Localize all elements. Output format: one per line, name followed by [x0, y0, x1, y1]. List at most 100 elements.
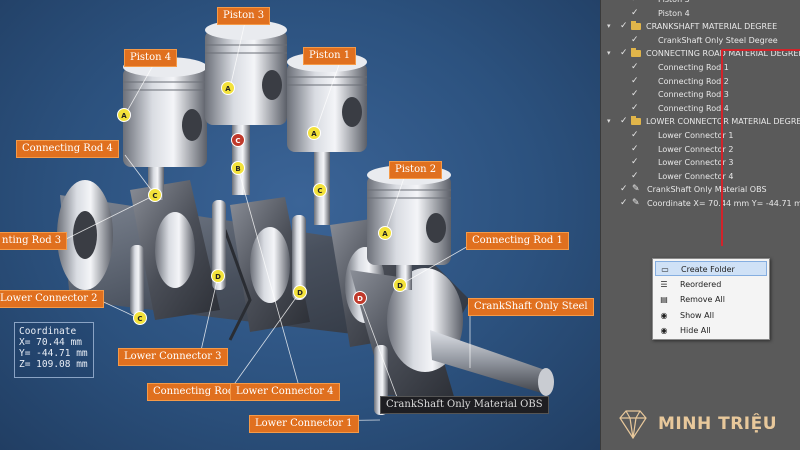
- reorder-icon: ☰: [660, 279, 668, 289]
- coordinate-readout: Coordinate X= 70.44 mm Y= -44.71 mm Z= 1…: [14, 322, 94, 378]
- tree-item-row[interactable]: ✓ Connecting Rod 2: [601, 75, 800, 88]
- callout-lower-connector-1[interactable]: Lower Connector 1: [249, 415, 359, 433]
- menu-item-reordered[interactable]: ☰ Reordered: [655, 277, 767, 292]
- tree-item-label: CONNECTING ROAD MATERIAL DEGREE: [646, 49, 800, 59]
- part-marker[interactable]: B: [231, 161, 245, 175]
- tree-item-row[interactable]: ✓ Connecting Rod 3: [601, 88, 800, 101]
- callout-piston-1[interactable]: Piston 1: [303, 47, 357, 65]
- tree-item-label: Piston 3: [658, 0, 690, 6]
- menu-item-show-all[interactable]: ◉ Show All: [655, 308, 767, 323]
- part-marker[interactable]: A: [378, 226, 392, 240]
- visibility-check-icon[interactable]: ✓: [631, 102, 639, 115]
- menu-item-label: Hide All: [680, 326, 711, 335]
- visibility-check-icon[interactable]: ✓: [631, 170, 639, 183]
- callout-piston-2[interactable]: Piston 2: [389, 161, 443, 179]
- tree-item-row[interactable]: ✓ Lower Connector 3: [601, 156, 800, 169]
- tree-item-row[interactable]: ✓ Lower Connector 1: [601, 129, 800, 142]
- tree-item-row[interactable]: ✓ Piston 3: [601, 0, 800, 6]
- callout-piston-4[interactable]: Piston 4: [124, 49, 178, 67]
- part-marker[interactable]: A: [117, 108, 131, 122]
- visibility-check-icon[interactable]: ✓: [631, 0, 639, 6]
- callout-piston-3[interactable]: Piston 3: [217, 7, 271, 25]
- visibility-check-icon[interactable]: ✓: [631, 61, 639, 74]
- part-marker[interactable]: A: [307, 126, 321, 140]
- menu-item-remove-all[interactable]: ▤ Remove All: [655, 292, 767, 307]
- callout-connecting-rod-3[interactable]: nting Rod 3: [0, 232, 68, 250]
- eye-icon: ◉: [660, 326, 668, 335]
- brand-name: MINH TRIỆU: [658, 414, 778, 434]
- tree-item-row[interactable]: ✓ ✎ Coordinate X= 70.44 mm Y= -44.71 mm: [601, 197, 800, 210]
- tree-item-label: LOWER CONNECTOR MATERIAL DEGREE: [646, 117, 800, 127]
- visibility-check-icon[interactable]: ✓: [631, 143, 639, 156]
- 3d-viewport[interactable]: AAAABCCCCDDDD Piston 3 Piston 4 Piston 1…: [0, 0, 600, 450]
- folder-icon: ▭: [661, 265, 669, 274]
- tree-item-label: Connecting Rod 3: [658, 90, 729, 100]
- callout-connecting-rod-1[interactable]: Connecting Rod 1: [466, 232, 569, 250]
- tree-item-label: CRANKSHAFT MATERIAL DEGREE: [646, 22, 778, 32]
- coordinate-y: Y= -44.71 mm: [19, 348, 88, 359]
- visibility-check-icon[interactable]: ✓: [620, 197, 628, 210]
- visibility-check-icon[interactable]: ✓: [620, 47, 628, 60]
- folder-icon: [631, 21, 641, 31]
- tree-item-label: Connecting Rod 2: [658, 76, 729, 86]
- visibility-check-icon[interactable]: ✓: [620, 183, 628, 196]
- callout-lower-connector-2[interactable]: Lower Connector 2: [0, 290, 104, 308]
- context-menu[interactable]: ▭ Create Folder ☰ Reordered ▤ Remove All ◉ Show…: [652, 258, 770, 340]
- model-tree-panel[interactable]: ✓ Piston 3 ✓ Piston 4 ▾ ✓ CRANKSHAFT MATERIAL …: [600, 0, 800, 450]
- tree-item-label: Connecting Rod 1: [658, 63, 729, 72]
- part-marker[interactable]: C: [133, 311, 147, 325]
- remove-icon: ▤: [660, 295, 668, 304]
- tree-item-label: Coordinate X= 70.44 mm Y= -44.71 mm: [647, 199, 800, 208]
- marker-icon: ✎: [632, 184, 640, 195]
- visibility-check-icon[interactable]: ✓: [631, 75, 639, 88]
- tree-folder-row[interactable]: ▾ ✓ CRANKSHAFT MATERIAL DEGREE: [601, 20, 800, 33]
- callout-lower-connector-3[interactable]: Lower Connector 3: [118, 348, 228, 366]
- piston-1: [287, 52, 367, 152]
- expand-toggle-icon[interactable]: ▾: [607, 115, 611, 128]
- tree-item-row[interactable]: ✓ CrankShaft Only Steel Degree: [601, 34, 800, 47]
- visibility-check-icon[interactable]: ✓: [631, 7, 639, 20]
- tree-item-row[interactable]: ✓ ✎ CrankShaft Only Material OBS: [601, 183, 800, 196]
- part-marker[interactable]: A: [221, 81, 235, 95]
- tree-folder-row[interactable]: ▾ ✓ CONNECTING ROAD MATERIAL DEGREE: [601, 47, 800, 60]
- part-marker[interactable]: C: [231, 133, 245, 147]
- tree-item-row[interactable]: ✓ Connecting Rod 1: [601, 61, 800, 74]
- part-marker[interactable]: D: [211, 269, 225, 283]
- tree-item-row[interactable]: ✓ Piston 4: [601, 7, 800, 20]
- menu-item-label: Show All: [680, 310, 715, 320]
- visibility-check-icon[interactable]: ✓: [631, 129, 639, 142]
- part-marker[interactable]: C: [148, 188, 162, 202]
- callout-crankshaft-obs[interactable]: CrankShaft Only Material OBS: [380, 396, 549, 414]
- callout-connecting-rod-2[interactable]: Connecting Rod: [147, 383, 241, 401]
- callout-connecting-rod-4[interactable]: Connecting Rod 4: [16, 140, 119, 158]
- visibility-check-icon[interactable]: ✓: [631, 34, 639, 47]
- part-marker[interactable]: D: [353, 291, 367, 305]
- visibility-check-icon[interactable]: ✓: [631, 156, 639, 169]
- menu-item-label: Create Folder: [681, 265, 735, 274]
- menu-item-label: Remove All: [680, 295, 725, 304]
- tree-item-label: Lower Connector 1: [658, 131, 734, 140]
- tree-item-label: CrankShaft Only Steel Degree: [658, 35, 778, 45]
- callout-crankshaft-steel[interactable]: CrankShaft Only Steel: [468, 298, 594, 316]
- coordinate-z: Z= 109.08 mm: [19, 359, 88, 370]
- part-marker[interactable]: C: [313, 183, 327, 197]
- expand-toggle-icon[interactable]: ▾: [607, 47, 611, 60]
- callout-lower-connector-4[interactable]: Lower Connector 4: [230, 383, 340, 401]
- menu-item-create-folder[interactable]: ▭ Create Folder: [655, 261, 767, 276]
- expand-toggle-icon[interactable]: ▾: [607, 20, 611, 33]
- tree-item-row[interactable]: ✓ Connecting Rod 4: [601, 102, 800, 115]
- visibility-check-icon[interactable]: ✓: [620, 115, 628, 128]
- tree-folder-row[interactable]: ▾ ✓ LOWER CONNECTOR MATERIAL DEGREE: [601, 115, 800, 128]
- visibility-check-icon[interactable]: ✓: [631, 88, 639, 101]
- visibility-check-icon[interactable]: ✓: [620, 20, 628, 33]
- tree-item-row[interactable]: ✓ Lower Connector 2: [601, 143, 800, 156]
- coordinate-title: Coordinate: [19, 326, 77, 337]
- tree-item-row[interactable]: ✓ Lower Connector 4: [601, 170, 800, 183]
- tree-item-label: Lower Connector 2: [658, 144, 734, 154]
- piston-4: [123, 57, 207, 167]
- tree-item-label: Connecting Rod 4: [658, 103, 729, 113]
- menu-item-hide-all[interactable]: ◉ Hide All: [655, 323, 767, 338]
- part-marker[interactable]: D: [293, 285, 307, 299]
- tree-item-label: CrankShaft Only Material OBS: [647, 185, 767, 195]
- part-marker[interactable]: D: [393, 278, 407, 292]
